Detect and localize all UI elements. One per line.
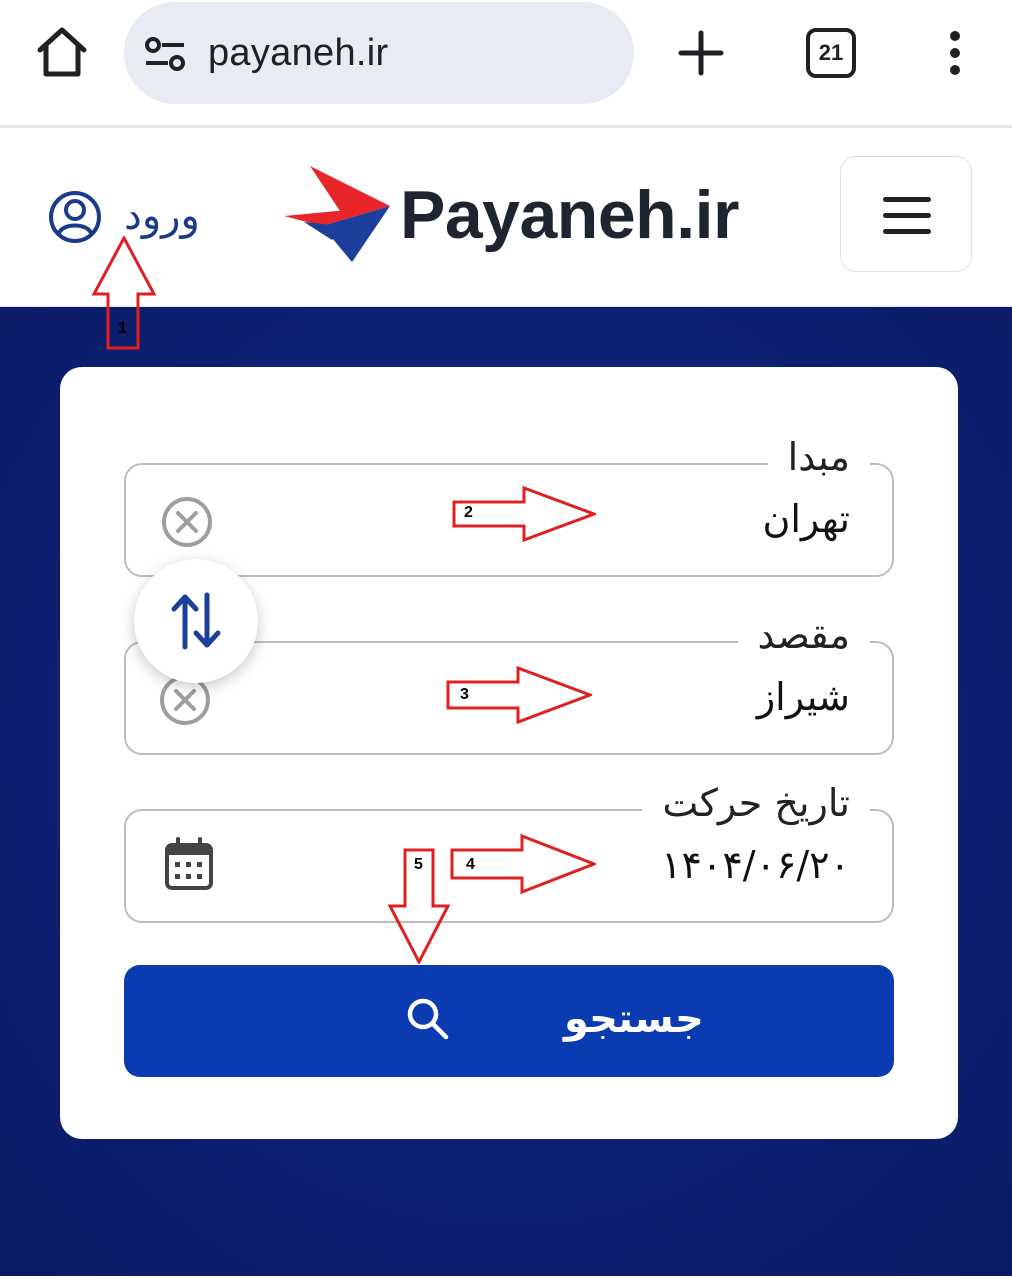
- site-logo[interactable]: Payaneh.ir: [282, 162, 762, 272]
- menu-line: [883, 213, 931, 218]
- url-text[interactable]: payaneh.ir: [208, 28, 388, 78]
- date-label: تاریخ حرکت: [642, 775, 870, 831]
- logo-text: Payaneh.ir: [400, 177, 739, 253]
- search-button[interactable]: جستجو: [124, 965, 894, 1077]
- swap-arrows-icon: [171, 592, 221, 650]
- nav-menu-button[interactable]: [840, 156, 972, 272]
- destination-value[interactable]: شیراز: [757, 667, 850, 727]
- bottom-strip: [0, 1276, 1012, 1280]
- site-settings-icon[interactable]: [144, 36, 186, 72]
- origin-label: مبدا: [767, 429, 870, 485]
- menu-line: [883, 229, 931, 234]
- swap-button[interactable]: [134, 559, 258, 683]
- logo-mark-icon: [284, 166, 390, 262]
- destination-label: مقصد: [737, 607, 870, 663]
- more-options-icon[interactable]: [940, 28, 970, 78]
- annotation-label-3: 3: [460, 686, 469, 703]
- annotation-label-5: 5: [414, 856, 423, 873]
- origin-value[interactable]: تهران: [762, 489, 850, 549]
- annotation-label-1: 1: [118, 320, 127, 337]
- address-bar[interactable]: payaneh.ir: [124, 2, 634, 104]
- annotation-label-2: 2: [464, 504, 473, 521]
- tab-switcher-button[interactable]: 21: [806, 28, 856, 78]
- new-tab-icon[interactable]: [676, 28, 726, 78]
- search-card: مبدا تهران مقصد شیراز تاریخ حرکت ۱۴۰۴/۰۶…: [60, 367, 958, 1139]
- clear-origin-icon[interactable]: [160, 495, 214, 549]
- annotation-arrow-2: [452, 486, 596, 542]
- home-icon[interactable]: [34, 24, 90, 80]
- browser-toolbar: payaneh.ir 21: [0, 0, 1012, 126]
- search-icon: [407, 998, 449, 1040]
- search-button-label: جستجو: [564, 996, 704, 1042]
- date-value[interactable]: ۱۴۰۴/۰۶/۲۰: [661, 835, 850, 895]
- annotation-label-4: 4: [466, 856, 475, 873]
- hero-section: مبدا تهران مقصد شیراز تاریخ حرکت ۱۴۰۴/۰۶…: [0, 307, 1012, 1277]
- calendar-icon[interactable]: [164, 837, 214, 891]
- menu-line: [883, 197, 931, 202]
